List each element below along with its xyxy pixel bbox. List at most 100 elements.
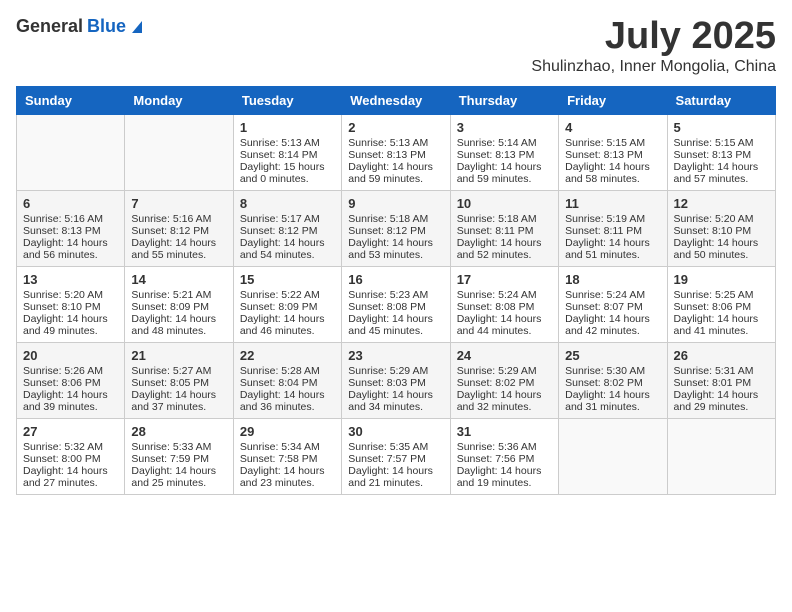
daylight-text: Daylight: 14 hours and 51 minutes.	[565, 237, 660, 261]
sunset-text: Sunset: 7:57 PM	[348, 453, 443, 465]
sunset-text: Sunset: 8:08 PM	[348, 301, 443, 313]
daylight-text: Daylight: 14 hours and 19 minutes.	[457, 465, 552, 489]
sunset-text: Sunset: 8:12 PM	[348, 225, 443, 237]
day-number: 24	[457, 348, 552, 363]
day-number: 11	[565, 196, 660, 211]
table-row: 10 Sunrise: 5:18 AM Sunset: 8:11 PM Dayl…	[450, 190, 558, 266]
table-row: 11 Sunrise: 5:19 AM Sunset: 8:11 PM Dayl…	[559, 190, 667, 266]
calendar-week-row: 6 Sunrise: 5:16 AM Sunset: 8:13 PM Dayli…	[17, 190, 776, 266]
sunrise-text: Sunrise: 5:23 AM	[348, 289, 443, 301]
sunset-text: Sunset: 8:11 PM	[457, 225, 552, 237]
table-row	[559, 418, 667, 494]
sunset-text: Sunset: 8:04 PM	[240, 377, 335, 389]
table-row: 12 Sunrise: 5:20 AM Sunset: 8:10 PM Dayl…	[667, 190, 775, 266]
calendar-week-row: 27 Sunrise: 5:32 AM Sunset: 8:00 PM Dayl…	[17, 418, 776, 494]
day-number: 17	[457, 272, 552, 287]
table-row: 17 Sunrise: 5:24 AM Sunset: 8:08 PM Dayl…	[450, 266, 558, 342]
logo-triangle-icon	[132, 21, 142, 33]
title-area: July 2025 Shulinzhao, Inner Mongolia, Ch…	[531, 16, 776, 76]
daylight-text: Daylight: 14 hours and 21 minutes.	[348, 465, 443, 489]
logo: General Blue	[16, 16, 142, 37]
col-wednesday: Wednesday	[342, 86, 450, 114]
col-tuesday: Tuesday	[233, 86, 341, 114]
day-number: 29	[240, 424, 335, 439]
daylight-text: Daylight: 14 hours and 56 minutes.	[23, 237, 118, 261]
daylight-text: Daylight: 14 hours and 37 minutes.	[131, 389, 226, 413]
location-title: Shulinzhao, Inner Mongolia, China	[531, 58, 776, 76]
sunset-text: Sunset: 8:05 PM	[131, 377, 226, 389]
sunset-text: Sunset: 8:12 PM	[240, 225, 335, 237]
table-row: 30 Sunrise: 5:35 AM Sunset: 7:57 PM Dayl…	[342, 418, 450, 494]
table-row: 5 Sunrise: 5:15 AM Sunset: 8:13 PM Dayli…	[667, 114, 775, 190]
sunset-text: Sunset: 8:13 PM	[457, 149, 552, 161]
day-number: 3	[457, 120, 552, 135]
sunrise-text: Sunrise: 5:18 AM	[457, 213, 552, 225]
daylight-text: Daylight: 14 hours and 58 minutes.	[565, 161, 660, 185]
daylight-text: Daylight: 14 hours and 55 minutes.	[131, 237, 226, 261]
table-row: 21 Sunrise: 5:27 AM Sunset: 8:05 PM Dayl…	[125, 342, 233, 418]
sunrise-text: Sunrise: 5:24 AM	[565, 289, 660, 301]
sunset-text: Sunset: 8:10 PM	[23, 301, 118, 313]
day-number: 21	[131, 348, 226, 363]
col-friday: Friday	[559, 86, 667, 114]
sunrise-text: Sunrise: 5:21 AM	[131, 289, 226, 301]
table-row: 16 Sunrise: 5:23 AM Sunset: 8:08 PM Dayl…	[342, 266, 450, 342]
day-number: 8	[240, 196, 335, 211]
sunrise-text: Sunrise: 5:29 AM	[457, 365, 552, 377]
sunrise-text: Sunrise: 5:34 AM	[240, 441, 335, 453]
table-row	[667, 418, 775, 494]
sunrise-text: Sunrise: 5:13 AM	[348, 137, 443, 149]
day-number: 9	[348, 196, 443, 211]
sunset-text: Sunset: 7:58 PM	[240, 453, 335, 465]
sunset-text: Sunset: 8:13 PM	[565, 149, 660, 161]
day-number: 5	[674, 120, 769, 135]
sunrise-text: Sunrise: 5:27 AM	[131, 365, 226, 377]
sunset-text: Sunset: 8:03 PM	[348, 377, 443, 389]
sunset-text: Sunset: 8:12 PM	[131, 225, 226, 237]
table-row: 15 Sunrise: 5:22 AM Sunset: 8:09 PM Dayl…	[233, 266, 341, 342]
sunset-text: Sunset: 8:13 PM	[23, 225, 118, 237]
table-row: 23 Sunrise: 5:29 AM Sunset: 8:03 PM Dayl…	[342, 342, 450, 418]
daylight-text: Daylight: 14 hours and 44 minutes.	[457, 313, 552, 337]
day-number: 22	[240, 348, 335, 363]
sunrise-text: Sunrise: 5:25 AM	[674, 289, 769, 301]
sunrise-text: Sunrise: 5:14 AM	[457, 137, 552, 149]
table-row: 14 Sunrise: 5:21 AM Sunset: 8:09 PM Dayl…	[125, 266, 233, 342]
table-row: 31 Sunrise: 5:36 AM Sunset: 7:56 PM Dayl…	[450, 418, 558, 494]
day-number: 14	[131, 272, 226, 287]
sunrise-text: Sunrise: 5:26 AM	[23, 365, 118, 377]
sunset-text: Sunset: 8:11 PM	[565, 225, 660, 237]
daylight-text: Daylight: 14 hours and 31 minutes.	[565, 389, 660, 413]
table-row: 25 Sunrise: 5:30 AM Sunset: 8:02 PM Dayl…	[559, 342, 667, 418]
header: General Blue July 2025 Shulinzhao, Inner…	[16, 16, 776, 76]
daylight-text: Daylight: 14 hours and 25 minutes.	[131, 465, 226, 489]
table-row: 19 Sunrise: 5:25 AM Sunset: 8:06 PM Dayl…	[667, 266, 775, 342]
logo-general: General	[16, 16, 83, 37]
table-row: 20 Sunrise: 5:26 AM Sunset: 8:06 PM Dayl…	[17, 342, 125, 418]
sunrise-text: Sunrise: 5:20 AM	[674, 213, 769, 225]
sunrise-text: Sunrise: 5:18 AM	[348, 213, 443, 225]
sunrise-text: Sunrise: 5:16 AM	[23, 213, 118, 225]
table-row: 2 Sunrise: 5:13 AM Sunset: 8:13 PM Dayli…	[342, 114, 450, 190]
col-thursday: Thursday	[450, 86, 558, 114]
daylight-text: Daylight: 15 hours and 0 minutes.	[240, 161, 335, 185]
daylight-text: Daylight: 14 hours and 29 minutes.	[674, 389, 769, 413]
daylight-text: Daylight: 14 hours and 48 minutes.	[131, 313, 226, 337]
calendar-week-row: 20 Sunrise: 5:26 AM Sunset: 8:06 PM Dayl…	[17, 342, 776, 418]
daylight-text: Daylight: 14 hours and 27 minutes.	[23, 465, 118, 489]
calendar-week-row: 1 Sunrise: 5:13 AM Sunset: 8:14 PM Dayli…	[17, 114, 776, 190]
sunset-text: Sunset: 8:06 PM	[674, 301, 769, 313]
table-row	[125, 114, 233, 190]
day-number: 2	[348, 120, 443, 135]
daylight-text: Daylight: 14 hours and 34 minutes.	[348, 389, 443, 413]
day-number: 13	[23, 272, 118, 287]
day-number: 16	[348, 272, 443, 287]
day-number: 6	[23, 196, 118, 211]
daylight-text: Daylight: 14 hours and 45 minutes.	[348, 313, 443, 337]
table-row: 4 Sunrise: 5:15 AM Sunset: 8:13 PM Dayli…	[559, 114, 667, 190]
sunrise-text: Sunrise: 5:22 AM	[240, 289, 335, 301]
table-row: 8 Sunrise: 5:17 AM Sunset: 8:12 PM Dayli…	[233, 190, 341, 266]
daylight-text: Daylight: 14 hours and 53 minutes.	[348, 237, 443, 261]
table-row: 6 Sunrise: 5:16 AM Sunset: 8:13 PM Dayli…	[17, 190, 125, 266]
day-number: 23	[348, 348, 443, 363]
